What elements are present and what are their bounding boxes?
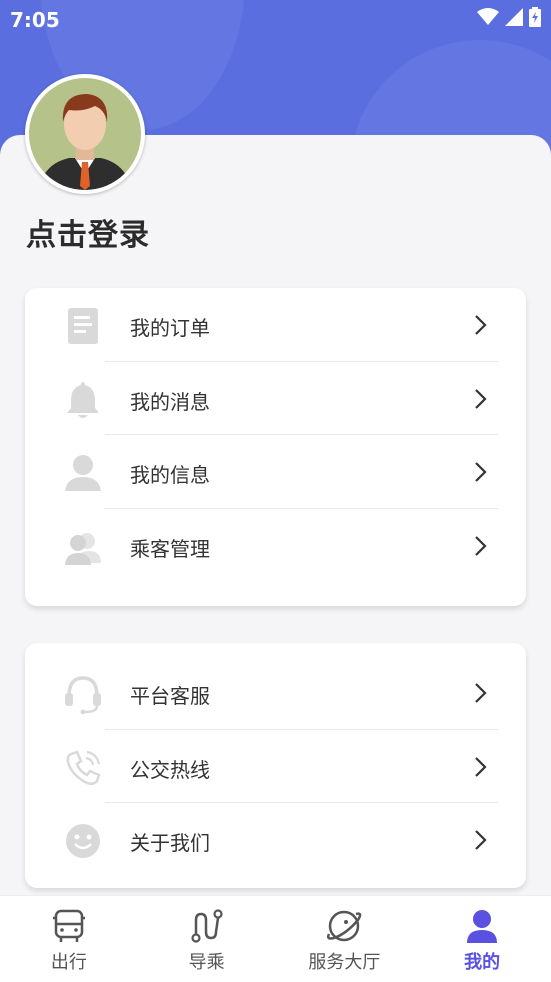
menu-item-about-us[interactable]: 关于我们 xyxy=(25,803,526,877)
menu-item-label: 平台客服 xyxy=(130,684,210,708)
menu-card-support: 平台客服 公交热线 关于我们 xyxy=(25,643,526,888)
menu-item-messages[interactable]: 我的消息 xyxy=(25,362,526,435)
status-time: 7:05 xyxy=(10,8,60,32)
login-prompt[interactable]: 点击登录 xyxy=(26,210,150,254)
menu-item-customer-service[interactable]: 平台客服 xyxy=(25,656,526,730)
menu-item-my-info[interactable]: 我的信息 xyxy=(25,435,526,509)
tab-guide[interactable]: 导乘 xyxy=(138,896,276,982)
menu-item-label: 乘客管理 xyxy=(130,536,210,561)
chevron-right-icon xyxy=(475,535,487,556)
menu-item-orders[interactable]: 我的订单 xyxy=(25,288,526,362)
headset-icon xyxy=(65,676,101,714)
bell-icon xyxy=(67,381,99,418)
phone-icon xyxy=(66,749,101,785)
document-icon xyxy=(68,308,98,344)
tab-label: 出行 xyxy=(50,952,87,973)
avatar-image xyxy=(29,78,141,190)
bus-icon xyxy=(52,909,85,942)
chevron-right-icon xyxy=(475,756,487,777)
menu-card-account: 我的订单 我的消息 我的信息 乘客管理 xyxy=(25,288,526,606)
tab-service-hall[interactable]: 服务大厅 xyxy=(276,896,414,982)
chevron-right-icon xyxy=(475,462,487,482)
menu-item-bus-hotline[interactable]: 公交热线 xyxy=(25,730,526,803)
smiley-icon xyxy=(66,824,100,858)
status-icons xyxy=(477,7,541,27)
menu-item-label: 关于我们 xyxy=(130,831,210,855)
signal-icon xyxy=(505,8,523,26)
chevron-right-icon xyxy=(475,388,487,409)
tab-label: 服务大厅 xyxy=(308,952,381,973)
planet-icon xyxy=(327,910,362,942)
menu-item-label: 公交热线 xyxy=(130,757,210,782)
menu-item-label: 我的信息 xyxy=(130,463,210,487)
tab-travel[interactable]: 出行 xyxy=(0,896,138,982)
chevron-right-icon xyxy=(475,830,487,850)
chevron-right-icon xyxy=(475,315,487,335)
tab-label: 我的 xyxy=(464,952,501,973)
battery-icon xyxy=(529,7,541,27)
users-icon xyxy=(65,532,101,565)
status-bar: 7:05 xyxy=(0,0,551,38)
menu-item-passengers[interactable]: 乘客管理 xyxy=(25,509,526,583)
chevron-right-icon xyxy=(475,683,487,703)
bottom-tab-bar: 出行 导乘 服务大厅 我的 xyxy=(0,895,551,982)
menu-item-label: 我的订单 xyxy=(130,316,210,340)
route-icon xyxy=(191,909,223,943)
tab-label: 导乘 xyxy=(188,952,225,973)
tab-mine[interactable]: 我的 xyxy=(413,896,551,982)
menu-item-label: 我的消息 xyxy=(130,389,210,414)
wifi-icon xyxy=(477,8,499,25)
profile-icon xyxy=(467,910,498,943)
user-icon xyxy=(65,455,101,491)
avatar[interactable] xyxy=(25,74,145,194)
